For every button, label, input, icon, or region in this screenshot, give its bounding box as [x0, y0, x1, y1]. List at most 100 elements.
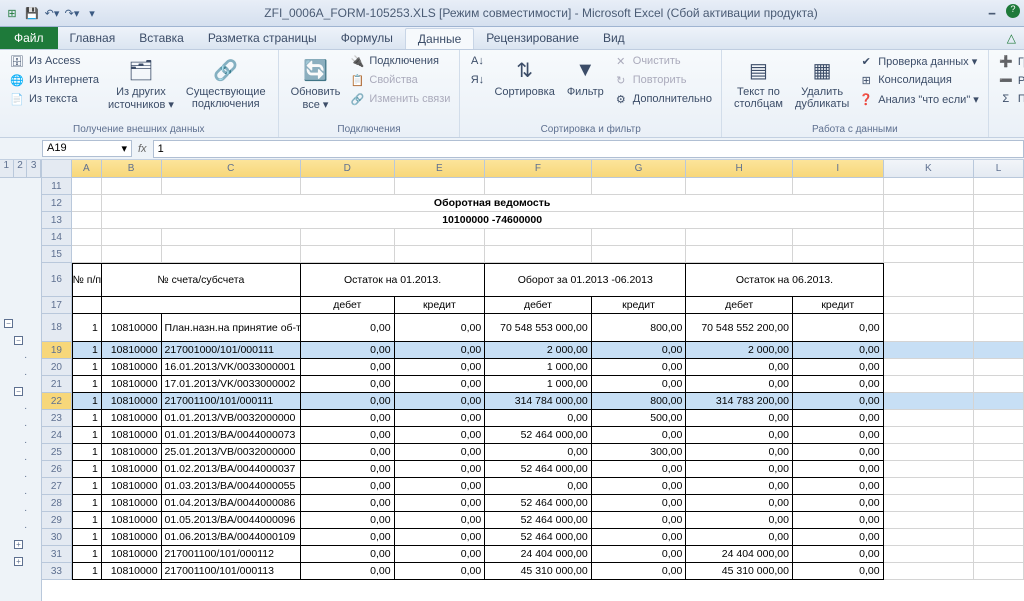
cell[interactable]: 0,00 [793, 314, 884, 342]
outline-collapse-icon[interactable]: − [0, 383, 42, 400]
cell[interactable] [162, 229, 301, 246]
cell[interactable]: 0,00 [395, 461, 486, 478]
cell[interactable]: 0,00 [793, 342, 884, 359]
tab-home[interactable]: Главная [58, 28, 128, 48]
cell[interactable]: 10810000 [102, 444, 162, 461]
tab-layout[interactable]: Разметка страницы [196, 28, 329, 48]
cell[interactable]: 0,00 [301, 478, 395, 495]
col-header[interactable]: F [485, 160, 592, 178]
col-header[interactable]: C [162, 160, 301, 178]
cell[interactable]: 0,00 [395, 359, 486, 376]
cell[interactable]: 10100000 -74600000 [102, 212, 884, 229]
col-header[interactable]: B [102, 160, 162, 178]
cell[interactable]: 0,00 [686, 359, 793, 376]
cell[interactable] [884, 212, 975, 229]
cell[interactable]: № счета/субсчета [102, 263, 301, 297]
cell[interactable] [884, 195, 975, 212]
cell[interactable] [974, 563, 1024, 580]
row-header[interactable]: 22 [42, 393, 72, 410]
cell[interactable]: 0,00 [686, 376, 793, 393]
row-header[interactable]: 18 [42, 314, 72, 342]
cell[interactable]: 0,00 [592, 359, 687, 376]
save-icon[interactable]: 💾 [24, 5, 40, 21]
cell[interactable]: № п/п [72, 263, 102, 297]
cell[interactable] [485, 246, 592, 263]
cell[interactable]: кредит [395, 297, 486, 314]
cell[interactable] [974, 461, 1024, 478]
connections-button[interactable]: 🔌Подключения [346, 52, 453, 70]
col-header[interactable]: L [974, 160, 1024, 178]
cell[interactable]: 0,00 [301, 563, 395, 580]
cell[interactable] [162, 178, 301, 195]
cell[interactable]: 10810000 [102, 342, 162, 359]
cell[interactable] [974, 512, 1024, 529]
cell[interactable] [72, 178, 102, 195]
row-header[interactable]: 16 [42, 263, 72, 297]
row-header[interactable]: 24 [42, 427, 72, 444]
cell[interactable]: 0,00 [686, 478, 793, 495]
cell[interactable]: 0,00 [395, 427, 486, 444]
ribbon-minimize-icon[interactable]: △ [1007, 31, 1016, 45]
cell[interactable]: 0,00 [686, 410, 793, 427]
existing-conn-button[interactable]: 🔗Существующие подключения [180, 52, 272, 112]
row-header[interactable]: 31 [42, 546, 72, 563]
cell[interactable]: 1 000,00 [485, 359, 592, 376]
cell[interactable]: 01.06.2013/BA/0044000109 [162, 529, 301, 546]
row-header[interactable]: 26 [42, 461, 72, 478]
cell[interactable] [884, 563, 975, 580]
refresh-all-button[interactable]: 🔄Обновить все ▾ [285, 52, 347, 113]
cell[interactable]: 01.02.2013/BA/0044000037 [162, 461, 301, 478]
cell[interactable]: 0,00 [301, 410, 395, 427]
cell[interactable]: 1 [72, 427, 102, 444]
cell[interactable]: 25.01.2013/VB/0032000000 [162, 444, 301, 461]
cell[interactable]: 16.01.2013/VK/0033000001 [162, 359, 301, 376]
cell[interactable] [592, 229, 687, 246]
cell[interactable] [592, 246, 687, 263]
cell[interactable]: 0,00 [395, 546, 486, 563]
cell[interactable] [974, 444, 1024, 461]
row-header[interactable]: 20 [42, 359, 72, 376]
cell[interactable]: 52 464 000,00 [485, 427, 592, 444]
cell[interactable] [884, 546, 975, 563]
cell[interactable]: 1 [72, 529, 102, 546]
cell[interactable] [974, 263, 1024, 297]
reapply-button[interactable]: ↻Повторить [610, 71, 715, 89]
cell[interactable] [884, 478, 975, 495]
cell[interactable]: 1 [72, 495, 102, 512]
cell[interactable]: 0,00 [686, 512, 793, 529]
cell[interactable] [974, 393, 1024, 410]
cell[interactable]: 0,00 [793, 529, 884, 546]
row-header[interactable]: 13 [42, 212, 72, 229]
cell[interactable] [974, 342, 1024, 359]
cell[interactable]: 0,00 [395, 512, 486, 529]
filter-button[interactable]: ▼Фильтр [561, 52, 610, 100]
row-header[interactable]: 21 [42, 376, 72, 393]
outline-level-1[interactable]: 1 [0, 160, 14, 177]
cell[interactable]: 1 [72, 314, 102, 342]
validation-button[interactable]: ✔Проверка данных ▾ [855, 52, 982, 70]
cell[interactable]: 800,00 [592, 393, 687, 410]
cell[interactable] [686, 178, 793, 195]
cell[interactable]: 1 [72, 393, 102, 410]
row-header[interactable]: 30 [42, 529, 72, 546]
cell[interactable]: 0,00 [301, 359, 395, 376]
cell[interactable] [793, 178, 884, 195]
cell[interactable] [884, 297, 975, 314]
cell[interactable]: 0,00 [592, 376, 687, 393]
cell[interactable] [974, 376, 1024, 393]
cell[interactable]: 0,00 [793, 478, 884, 495]
cell[interactable]: 0,00 [395, 342, 486, 359]
cell[interactable]: 1 [72, 444, 102, 461]
cell[interactable] [974, 246, 1024, 263]
cell[interactable] [884, 427, 975, 444]
tab-data[interactable]: Данные [405, 28, 474, 49]
cell[interactable]: 52 464 000,00 [485, 529, 592, 546]
cell[interactable]: кредит [793, 297, 884, 314]
cell[interactable] [72, 297, 102, 314]
cell[interactable]: 0,00 [592, 529, 687, 546]
row-header[interactable]: 12 [42, 195, 72, 212]
cell[interactable]: 500,00 [592, 410, 687, 427]
row-header[interactable]: 14 [42, 229, 72, 246]
cell[interactable]: 24 404 000,00 [485, 546, 592, 563]
cell[interactable] [884, 314, 975, 342]
